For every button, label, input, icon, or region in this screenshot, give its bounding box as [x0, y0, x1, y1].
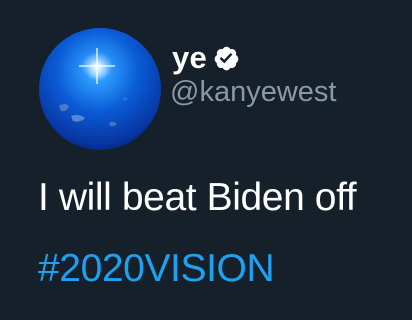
verified-badge-icon — [213, 45, 240, 72]
user-handle[interactable]: @kanyewest — [170, 78, 336, 107]
tweet-card: ye @kanyewest I will beat Biden off #202… — [0, 0, 412, 306]
tweet-text-line: I will beat Biden off — [38, 176, 357, 219]
tweet-body: I will beat Biden off #2020VISION — [38, 178, 412, 320]
profile-avatar[interactable] — [39, 28, 161, 150]
name-row: ye — [172, 36, 240, 78]
hashtag-link[interactable]: #2020VISION — [38, 249, 412, 320]
blue-globe-avatar-icon — [39, 28, 161, 150]
display-name[interactable]: ye — [172, 42, 207, 73]
